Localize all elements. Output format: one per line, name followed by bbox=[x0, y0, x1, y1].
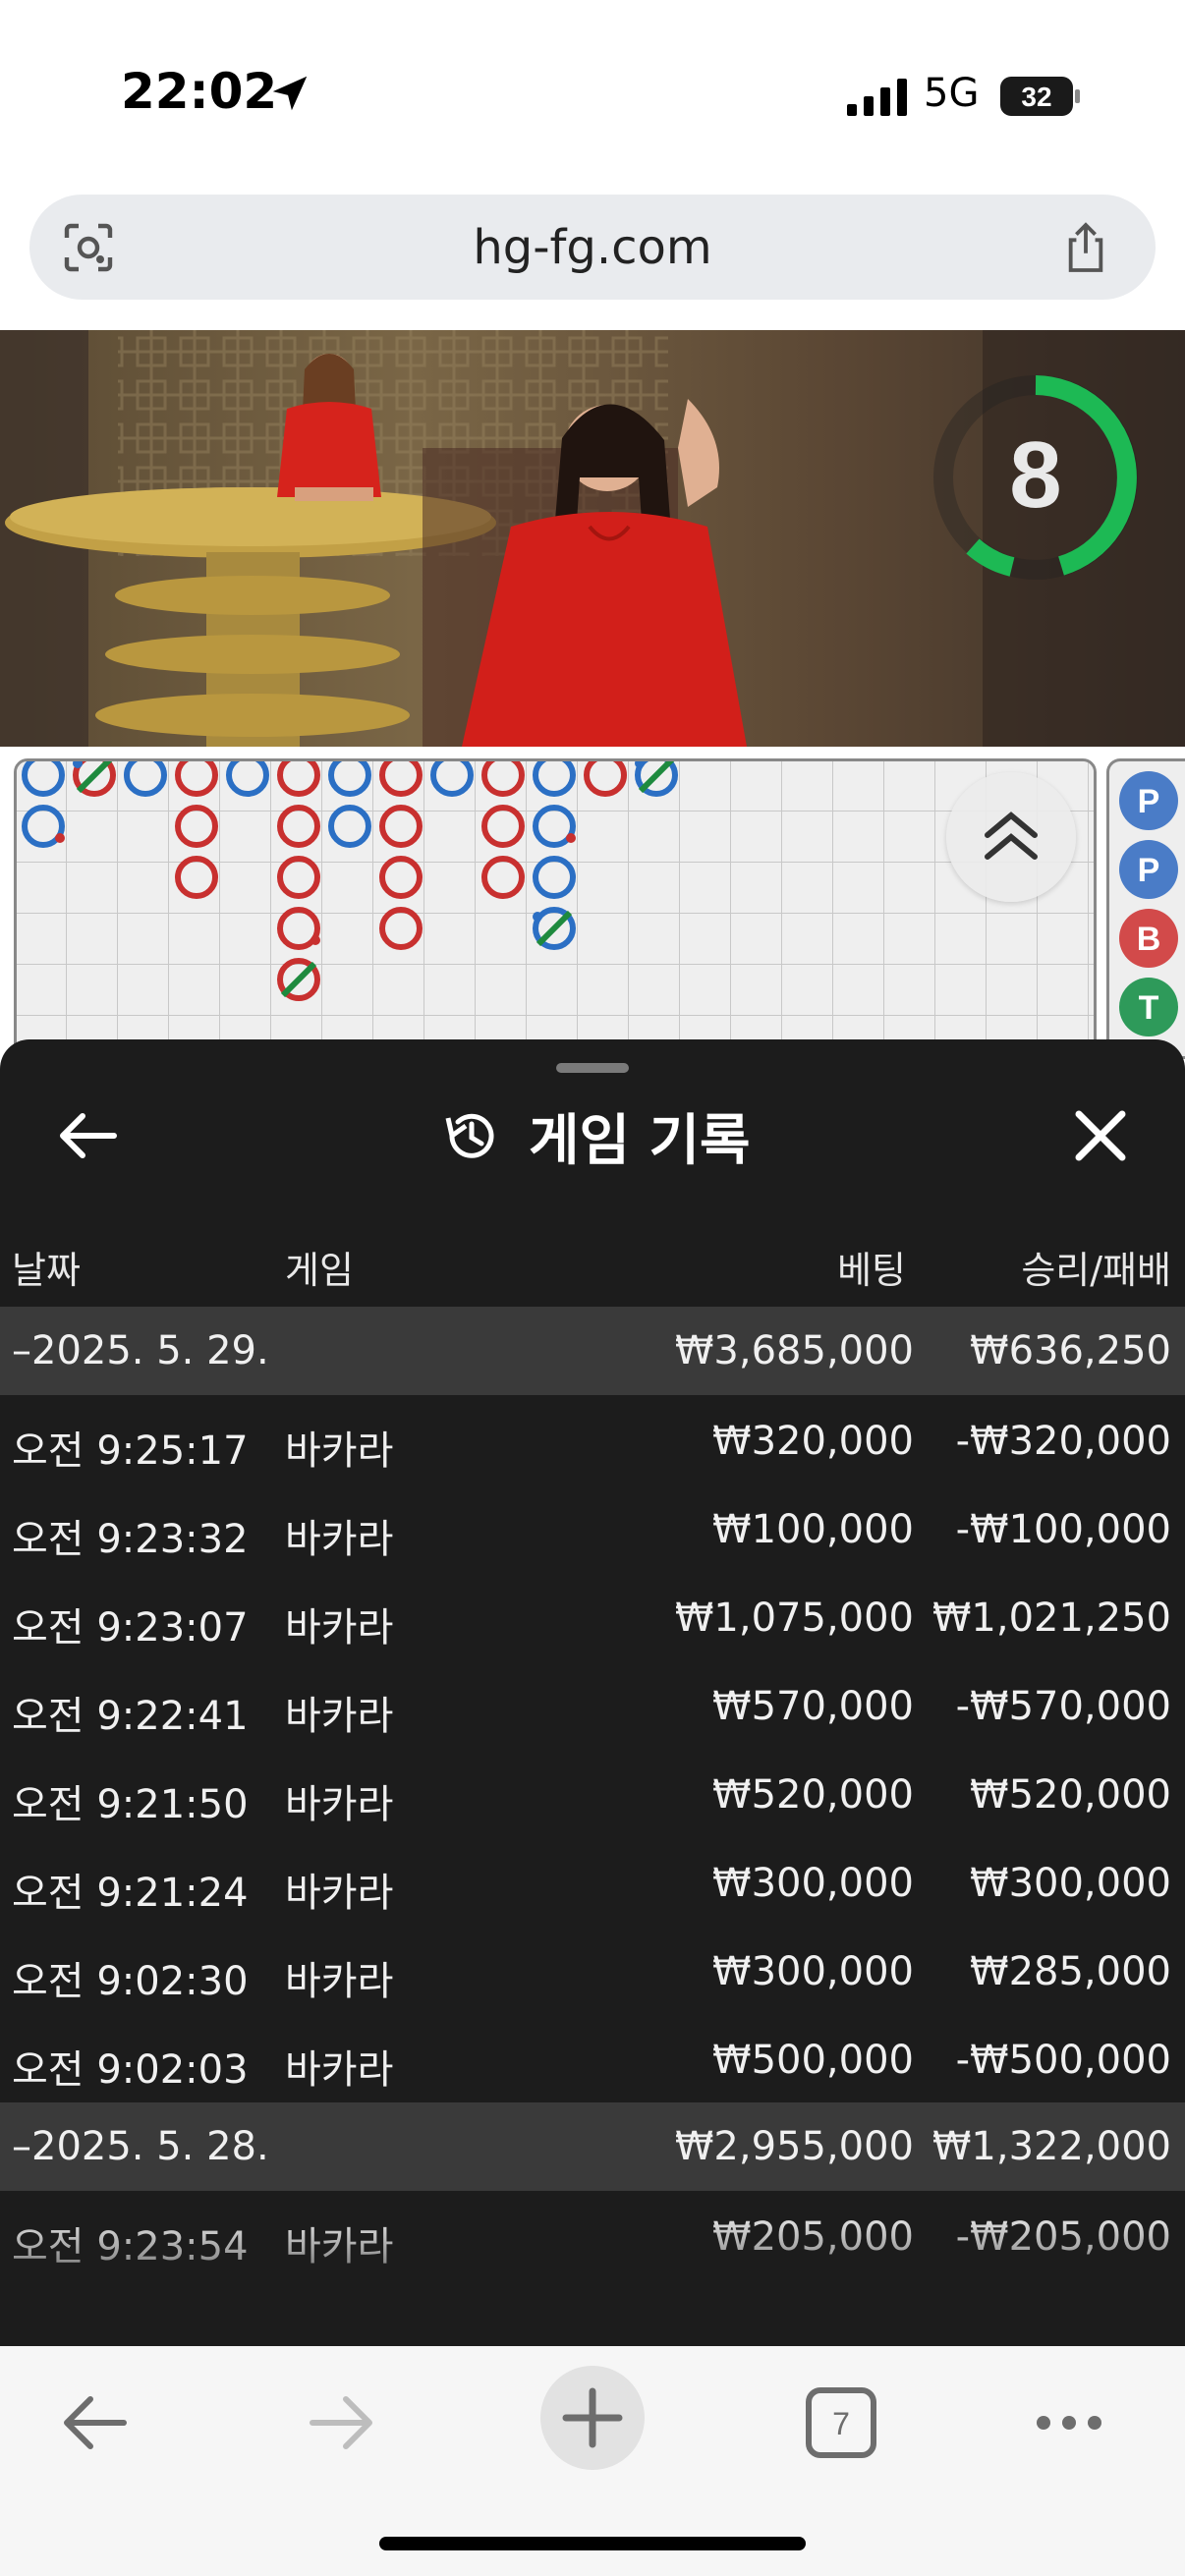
row-bet: ₩1,075,000 bbox=[674, 1596, 914, 1641]
table-row[interactable]: 오전 9:21:50 바카라 ₩520,000 ₩520,000 bbox=[0, 1751, 1185, 1839]
side-label-tie: T bbox=[1139, 989, 1159, 1027]
more-options-icon[interactable] bbox=[1034, 2411, 1104, 2435]
share-icon[interactable] bbox=[1063, 220, 1108, 275]
row-game: 바카라 bbox=[285, 2047, 394, 2093]
pair-dot bbox=[635, 761, 645, 768]
pair-dot bbox=[533, 912, 542, 922]
bead-road-roadmap bbox=[14, 758, 1097, 1059]
row-result: ₩285,000 bbox=[970, 1949, 1171, 1994]
home-indicator bbox=[379, 2537, 806, 2550]
row-time: 오전 9:23:32 bbox=[12, 1517, 249, 1562]
url-text[interactable]: hg-fg.com bbox=[0, 220, 1185, 275]
row-game: 바카라 bbox=[285, 1605, 394, 1651]
column-header-bet[interactable]: 베팅 bbox=[688, 1240, 906, 1294]
column-header-date[interactable]: 날짜 bbox=[12, 1240, 81, 1294]
row-result: ₩520,000 bbox=[970, 1772, 1171, 1818]
sheet-drag-handle[interactable] bbox=[556, 1063, 629, 1073]
cellular-signal-icon bbox=[847, 79, 907, 116]
row-bet: ₩520,000 bbox=[712, 1772, 914, 1818]
table-row[interactable]: 오전 9:21:24 바카라 ₩300,000 ₩300,000 bbox=[0, 1839, 1185, 1928]
row-bet: ₩300,000 bbox=[712, 1861, 914, 1906]
tab-switcher-button[interactable]: 7 bbox=[804, 2385, 878, 2460]
row-bet: ₩570,000 bbox=[712, 1684, 914, 1729]
row-bet: ₩300,000 bbox=[712, 1949, 914, 1994]
date-group-header[interactable]: –2025. 5. 29. ₩3,685,000 ₩636,250 bbox=[0, 1307, 1185, 1395]
battery-level: 32 bbox=[1021, 82, 1051, 112]
date-group-label: –2025. 5. 29. bbox=[12, 1328, 269, 1373]
date-group-label: –2025. 5. 28. bbox=[12, 2124, 269, 2169]
browser-forward-icon[interactable] bbox=[307, 2385, 377, 2460]
collapse-roadmap-button[interactable] bbox=[946, 772, 1076, 902]
row-bet: ₩320,000 bbox=[712, 1419, 914, 1464]
row-time: 오전 9:02:03 bbox=[12, 2047, 249, 2093]
new-tab-button[interactable] bbox=[538, 2364, 647, 2472]
live-dealer-video: 8 bbox=[0, 330, 1185, 747]
date-group-total-result: ₩1,322,000 bbox=[931, 2124, 1171, 2169]
history-icon bbox=[445, 1113, 494, 1158]
status-time: 22:02 bbox=[121, 63, 278, 120]
side-label-player-pair: P bbox=[1138, 852, 1160, 889]
table-row[interactable]: 오전 9:23:07 바카라 ₩1,075,000 ₩1,021,250 bbox=[0, 1574, 1185, 1662]
row-game: 바카라 bbox=[285, 1959, 394, 2004]
date-group-total-bet: ₩2,955,000 bbox=[674, 2124, 914, 2169]
column-header-game[interactable]: 게임 bbox=[285, 1240, 354, 1294]
column-header-result[interactable]: 승리/패배 bbox=[904, 1240, 1171, 1294]
prediction-side-panel: P P B T bbox=[1106, 758, 1185, 1059]
row-result: ₩300,000 bbox=[970, 1861, 1171, 1906]
row-game: 바카라 bbox=[285, 1782, 394, 1827]
row-result: -₩100,000 bbox=[955, 1507, 1171, 1552]
browser-back-icon[interactable] bbox=[59, 2385, 130, 2460]
sheet-title: 게임 기록 bbox=[529, 1109, 751, 1173]
date-group-total-result: ₩636,250 bbox=[970, 1328, 1171, 1373]
row-game: 바카라 bbox=[285, 1871, 394, 1916]
list-fade-overlay bbox=[0, 2211, 1185, 2348]
side-badges: P P B T bbox=[1119, 771, 1178, 1036]
close-icon[interactable] bbox=[1071, 1106, 1130, 1165]
row-time: 오전 9:02:30 bbox=[12, 1959, 249, 2004]
side-label-banker: B bbox=[1137, 921, 1161, 958]
table-row[interactable]: 오전 9:25:17 바카라 ₩320,000 -₩320,000 bbox=[0, 1397, 1185, 1485]
table-row[interactable]: 오전 9:22:41 바카라 ₩570,000 -₩570,000 bbox=[0, 1662, 1185, 1751]
date-group-total-bet: ₩3,685,000 bbox=[674, 1328, 914, 1373]
date-group-header[interactable]: –2025. 5. 28. ₩2,955,000 ₩1,322,000 bbox=[0, 2102, 1185, 2191]
row-result: -₩570,000 bbox=[955, 1684, 1171, 1729]
table-row[interactable]: 오전 9:02:03 바카라 ₩500,000 -₩500,000 bbox=[0, 2016, 1185, 2104]
row-time: 오전 9:21:24 bbox=[12, 1871, 249, 1916]
tab-count: 7 bbox=[832, 2406, 850, 2441]
table-row[interactable]: 오전 9:02:30 바카라 ₩300,000 ₩285,000 bbox=[0, 1928, 1185, 2016]
location-arrow-icon bbox=[272, 76, 308, 111]
row-time: 오전 9:22:41 bbox=[12, 1694, 249, 1739]
row-game: 바카라 bbox=[285, 1517, 394, 1562]
pair-dot bbox=[73, 761, 83, 768]
row-game: 바카라 bbox=[285, 1428, 394, 1474]
row-result: -₩500,000 bbox=[955, 2038, 1171, 2083]
row-game: 바카라 bbox=[285, 1694, 394, 1739]
row-time: 오전 9:25:17 bbox=[12, 1428, 249, 1474]
row-bet: ₩500,000 bbox=[712, 2038, 914, 2083]
row-time: 오전 9:23:07 bbox=[12, 1605, 249, 1651]
network-type: 5G bbox=[924, 71, 980, 116]
pair-dot bbox=[310, 935, 320, 945]
side-label-player: P bbox=[1138, 783, 1160, 820]
row-result: ₩1,021,250 bbox=[931, 1596, 1171, 1641]
battery-icon: 32 bbox=[1000, 77, 1080, 116]
back-arrow-icon[interactable] bbox=[55, 1108, 118, 1163]
double-chevron-up-icon bbox=[985, 812, 1038, 860]
row-result: -₩320,000 bbox=[955, 1419, 1171, 1464]
table-row[interactable]: 오전 9:23:32 바카라 ₩100,000 -₩100,000 bbox=[0, 1485, 1185, 1574]
pair-dot bbox=[566, 833, 576, 843]
pair-dot bbox=[55, 833, 65, 843]
countdown-timer: 8 bbox=[1009, 422, 1061, 528]
row-bet: ₩100,000 bbox=[712, 1507, 914, 1552]
row-time: 오전 9:21:50 bbox=[12, 1782, 249, 1827]
